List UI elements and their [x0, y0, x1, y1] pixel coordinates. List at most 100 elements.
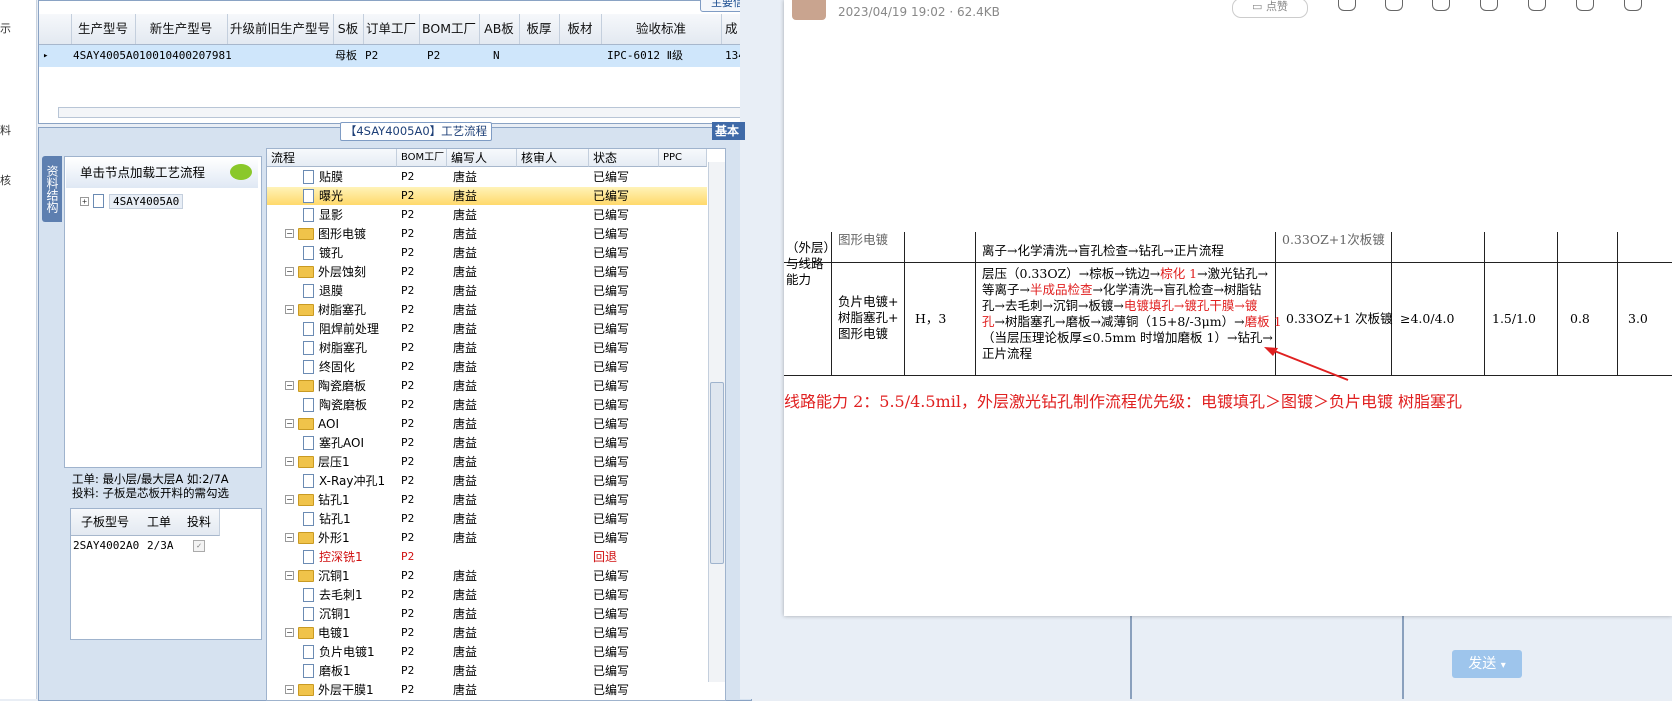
writer-cell[interactable]: 唐益 [453, 263, 477, 281]
table-row[interactable]: 陶瓷磨板 P2 唐益 已编写 [267, 396, 707, 414]
collapse-icon[interactable]: − [285, 571, 294, 580]
table-row[interactable]: − 外层蚀刻 P2 唐益 已编写 [267, 263, 707, 281]
col-header[interactable]: 子板型号 [71, 509, 140, 536]
status-cell[interactable]: 已编写 [593, 472, 629, 490]
bom-cell[interactable]: P2 [401, 548, 414, 566]
table-row[interactable]: − 层压1 P2 唐益 已编写 [267, 453, 707, 471]
collapse-icon[interactable]: − [285, 533, 294, 542]
table-row[interactable]: − 电镀1 P2 唐益 已编写 [267, 624, 707, 642]
table-row[interactable]: 阻焊前处理 P2 唐益 已编写 [267, 320, 707, 338]
table-row[interactable]: 去毛刺1 P2 唐益 已编写 [267, 586, 707, 604]
collapse-icon[interactable]: − [285, 229, 294, 238]
table-row[interactable]: − 树脂塞孔 P2 唐益 已编写 [267, 301, 707, 319]
writer-cell[interactable]: 唐益 [453, 605, 477, 623]
status-cell[interactable]: 已编写 [593, 168, 629, 186]
process-name-cell[interactable]: 负片电镀1 [303, 643, 375, 661]
send-button[interactable]: 发送 ▾ [1452, 650, 1522, 678]
col-header[interactable]: S板 [333, 14, 364, 44]
tree-node[interactable]: +4SAY4005A0 [80, 194, 184, 209]
bom-cell[interactable]: P2 [401, 529, 414, 547]
horizontal-scrollbar[interactable] [58, 107, 760, 118]
writer-cell[interactable]: 唐益 [453, 510, 477, 528]
process-name-cell[interactable]: 磨板1 [303, 662, 351, 680]
status-cell[interactable]: 已编写 [593, 320, 629, 338]
writer-cell[interactable]: 唐益 [453, 244, 477, 262]
table-cell[interactable]: 母板 [335, 45, 357, 67]
status-cell[interactable]: 已编写 [593, 662, 629, 680]
status-cell[interactable]: 已编写 [593, 643, 629, 661]
status-cell[interactable]: 已编写 [593, 567, 629, 585]
bom-cell[interactable]: P2 [401, 168, 414, 186]
table-cell[interactable]: 4SAY4005A0 [73, 45, 139, 67]
bom-cell[interactable]: P2 [401, 586, 414, 604]
table-row[interactable]: 显影 P2 唐益 已编写 [267, 206, 707, 224]
writer-cell[interactable]: 唐益 [453, 320, 477, 338]
collapse-icon[interactable]: − [285, 495, 294, 504]
bom-cell[interactable]: P2 [401, 206, 414, 224]
zoom-out-icon[interactable] [1432, 0, 1450, 11]
status-cell[interactable]: 已编写 [593, 605, 629, 623]
process-name-cell[interactable]: 退膜 [303, 282, 343, 300]
table-row[interactable]: − AOI P2 唐益 已编写 [267, 415, 707, 433]
process-name-cell[interactable]: − 外层蚀刻 [285, 263, 366, 281]
status-cell[interactable]: 已编写 [593, 681, 629, 699]
writer-cell[interactable]: 唐益 [453, 282, 477, 300]
collapse-icon[interactable]: − [285, 685, 294, 694]
status-cell[interactable]: 已编写 [593, 510, 629, 528]
col-header[interactable]: 验收标准 [601, 14, 722, 44]
writer-cell[interactable]: 唐益 [453, 491, 477, 509]
tree-node-label[interactable]: 4SAY4005A0 [109, 194, 184, 209]
status-cell[interactable]: 已编写 [593, 415, 629, 433]
table-row[interactable]: ▸ 4SAY4005A0 10010400207981 母板 P2 P2 N I… [39, 45, 787, 67]
share-icon[interactable] [1624, 0, 1642, 11]
table-cell[interactable]: 2/3A [147, 536, 174, 556]
bom-cell[interactable]: P2 [401, 567, 414, 585]
col-header[interactable]: BOM工厂 [419, 14, 480, 44]
table-cell[interactable]: 10010400207981 [139, 45, 232, 67]
tab-base[interactable]: 基本 [712, 122, 745, 140]
bom-cell[interactable]: P2 [401, 415, 414, 433]
col-header[interactable]: 编写人 [447, 149, 517, 167]
writer-cell[interactable]: 唐益 [453, 206, 477, 224]
writer-cell[interactable]: 唐益 [453, 586, 477, 604]
table-row[interactable]: − 外形1 P2 唐益 已编写 [267, 529, 707, 547]
table-row[interactable]: 镀孔 P2 唐益 已编写 [267, 244, 707, 262]
status-cell[interactable]: 已编写 [593, 282, 629, 300]
table-cell[interactable]: P2 [365, 45, 378, 67]
status-cell[interactable]: 已编写 [593, 396, 629, 414]
process-name-cell[interactable]: 塞孔AOI [303, 434, 364, 452]
process-name-cell[interactable]: − 图形电镀 [285, 225, 366, 243]
col-header[interactable]: 板厚 [519, 14, 560, 44]
writer-cell[interactable]: 唐益 [453, 624, 477, 642]
status-cell[interactable]: 已编写 [593, 187, 629, 205]
col-header[interactable]: 生产型号 [71, 14, 136, 44]
writer-cell[interactable]: 唐益 [453, 377, 477, 395]
bom-cell[interactable]: P2 [401, 187, 414, 205]
status-cell[interactable]: 回退 [593, 548, 617, 566]
scrollbar-thumb[interactable] [710, 382, 724, 564]
collapse-icon[interactable]: − [285, 457, 294, 466]
col-header[interactable]: 板材 [559, 14, 602, 44]
fit-icon[interactable] [1385, 0, 1403, 11]
status-cell[interactable]: 已编写 [593, 244, 629, 262]
bom-cell[interactable]: P2 [401, 225, 414, 243]
writer-cell[interactable]: 唐益 [453, 339, 477, 357]
writer-cell[interactable]: 唐益 [453, 643, 477, 661]
bom-cell[interactable]: P2 [401, 510, 414, 528]
col-header[interactable]: BOM工厂 [397, 149, 447, 167]
feed-checkbox[interactable]: ✓ [193, 540, 205, 552]
writer-cell[interactable]: 唐益 [453, 567, 477, 585]
status-cell[interactable]: 已编写 [593, 491, 629, 509]
bom-cell[interactable]: P2 [401, 358, 414, 376]
bom-cell[interactable]: P2 [401, 339, 414, 357]
process-name-cell[interactable]: 显影 [303, 206, 343, 224]
writer-cell[interactable]: 唐益 [453, 187, 477, 205]
process-name-cell[interactable]: 去毛刺1 [303, 586, 363, 604]
zoom-in-icon[interactable] [1338, 0, 1356, 11]
process-name-cell[interactable]: − 树脂塞孔 [285, 301, 366, 319]
table-row[interactable]: − 图形电镀 P2 唐益 已编写 [267, 225, 707, 243]
bom-cell[interactable]: P2 [401, 453, 414, 471]
writer-cell[interactable]: 唐益 [453, 529, 477, 547]
writer-cell[interactable]: 唐益 [453, 472, 477, 490]
process-name-cell[interactable]: X-Ray冲孔1 [303, 472, 385, 490]
